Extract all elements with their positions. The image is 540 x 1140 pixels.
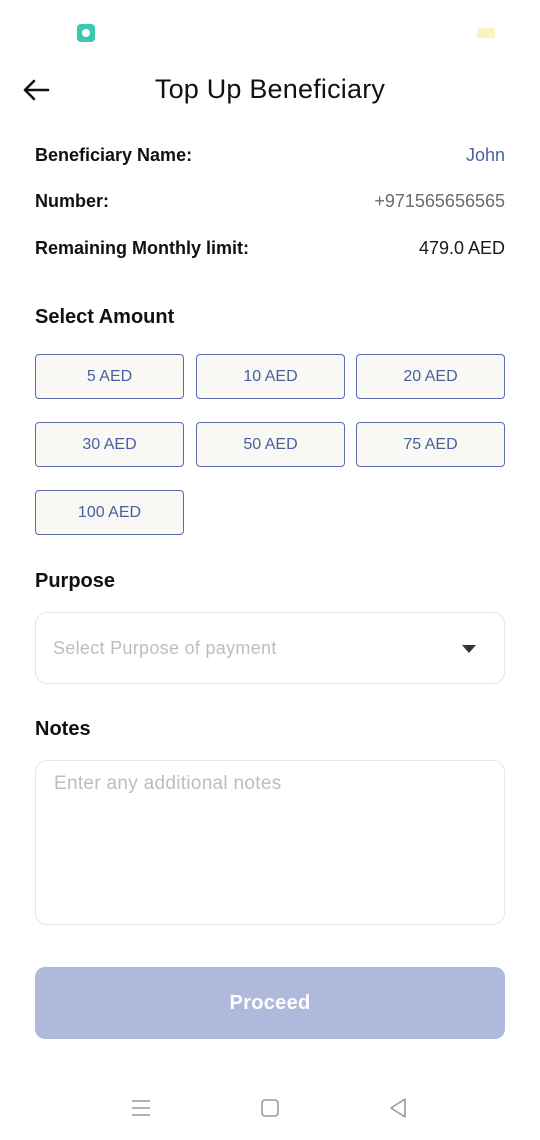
amount-option-10[interactable]: 10 AED [196,354,345,399]
amount-option-100[interactable]: 100 AED [35,490,184,535]
purpose-placeholder: Select Purpose of payment [53,637,277,658]
battery-icon [477,28,495,38]
purpose-title: Purpose [35,570,116,592]
menu-icon [132,1100,150,1116]
square-home-icon [261,1099,279,1117]
select-amount-title: Select Amount [35,306,175,328]
amount-option-5[interactable]: 5 AED [35,354,184,399]
amount-option-30[interactable]: 30 AED [35,422,184,467]
status-bar [0,0,540,60]
notes-container [35,760,505,925]
monthly-limit-label: Remaining Monthly limit: [35,237,249,258]
notes-input[interactable] [36,761,504,924]
number-row: Number: +971565656565 [35,188,505,214]
triangle-back-icon [390,1098,406,1118]
beneficiary-name-value: John [465,144,505,165]
beneficiary-name-row: Beneficiary Name: John [35,142,505,168]
caret-down-icon [462,645,476,653]
header: Top Up Beneficiary [0,62,540,118]
proceed-button[interactable]: Proceed [35,967,505,1039]
monthly-limit-value: 479.0 AED [418,237,505,258]
menu-button[interactable] [123,1094,159,1122]
system-nav-bar [0,1080,540,1140]
number-label: Number: [35,190,110,211]
page-title: Top Up Beneficiary [154,74,386,104]
home-button[interactable] [252,1094,288,1122]
chat-app-icon [77,24,95,42]
system-back-button[interactable] [380,1094,416,1122]
amount-option-75[interactable]: 75 AED [356,422,505,467]
beneficiary-name-label: Beneficiary Name: [35,144,193,165]
amount-option-20[interactable]: 20 AED [356,354,505,399]
amount-option-50[interactable]: 50 AED [196,422,345,467]
notes-title: Notes [35,718,91,740]
number-value: +971565656565 [374,190,505,211]
monthly-limit-row: Remaining Monthly limit: 479.0 AED [35,235,505,261]
purpose-dropdown[interactable]: Select Purpose of payment [35,612,505,684]
